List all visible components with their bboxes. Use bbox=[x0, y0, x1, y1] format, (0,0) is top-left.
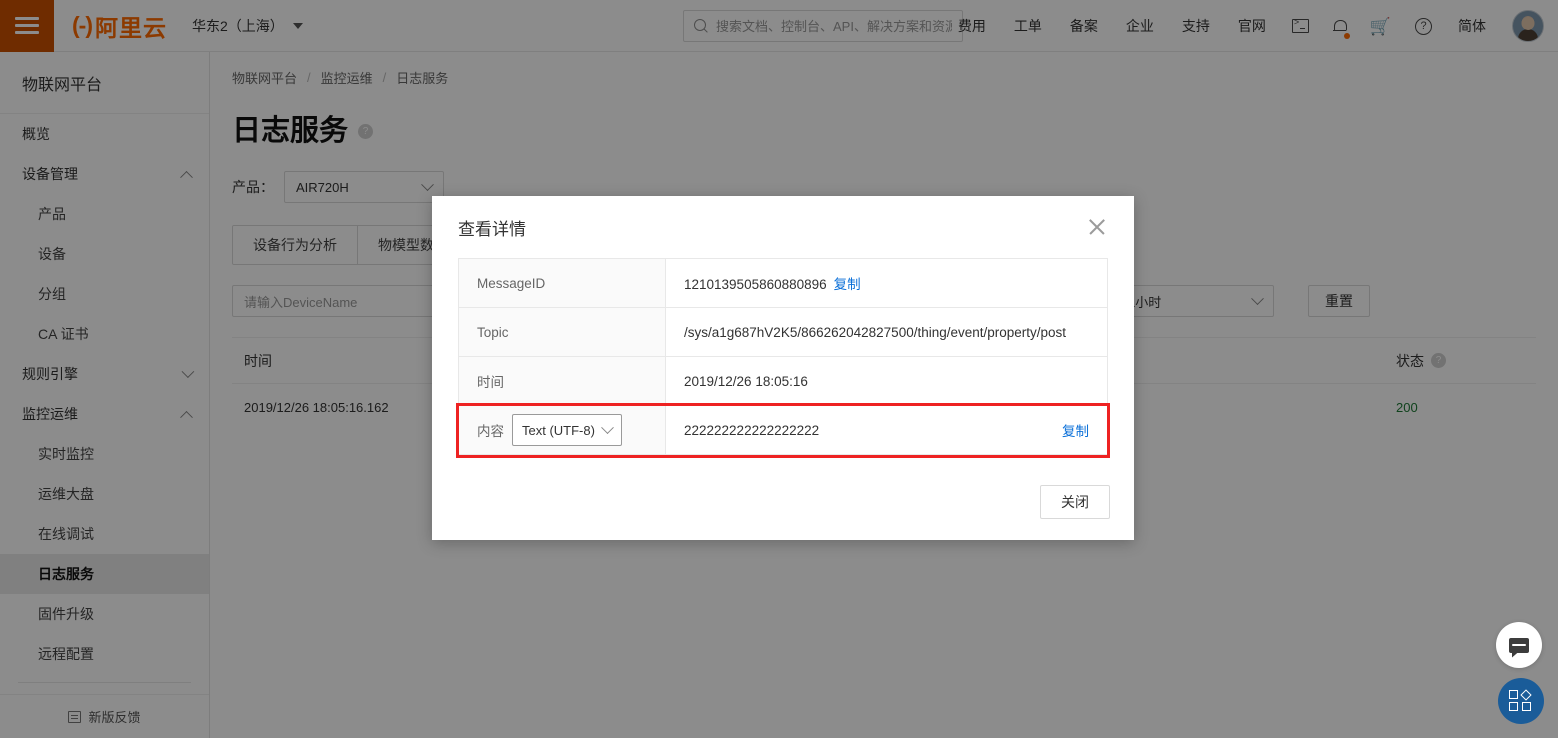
detail-row-content: 内容 Text (UTF-8) 222222222222222222 复制 bbox=[456, 403, 1110, 458]
detail-key: 内容 bbox=[477, 424, 504, 439]
detail-value: 1210139505860880896 bbox=[684, 277, 827, 292]
detail-key-wrap: 内容 Text (UTF-8) bbox=[459, 406, 666, 454]
detail-value-wrap: /sys/a1g687hV2K5/866262042827500/thing/e… bbox=[666, 308, 1107, 356]
detail-row-topic: Topic /sys/a1g687hV2K5/866262042827500/t… bbox=[459, 308, 1107, 357]
detail-value-wrap: 222222222222222222 复制 bbox=[666, 406, 1107, 454]
close-button[interactable]: 关闭 bbox=[1040, 485, 1110, 519]
chevron-down-icon bbox=[601, 420, 614, 434]
encoding-select-value: Text (UTF-8) bbox=[522, 422, 595, 438]
chat-float-button[interactable] bbox=[1496, 622, 1542, 668]
detail-key: Topic bbox=[459, 308, 666, 356]
view-details-dialog: 查看详情 MessageID 1210139505860880896 复制 To… bbox=[432, 196, 1134, 540]
detail-key: MessageID bbox=[459, 259, 666, 307]
copy-link[interactable]: 复制 bbox=[1062, 420, 1089, 440]
detail-value-wrap: 2019/12/26 18:05:16 bbox=[666, 357, 1107, 405]
close-icon[interactable] bbox=[1084, 214, 1110, 240]
encoding-select[interactable]: Text (UTF-8) bbox=[512, 414, 622, 446]
detail-value: /sys/a1g687hV2K5/866262042827500/thing/e… bbox=[684, 324, 1067, 340]
detail-value-wrap: 1210139505860880896 复制 bbox=[666, 259, 1107, 307]
chat-icon bbox=[1509, 637, 1529, 653]
dialog-title: 查看详情 bbox=[458, 219, 526, 239]
detail-row-message-id: MessageID 1210139505860880896 复制 bbox=[459, 259, 1107, 308]
apps-float-button[interactable] bbox=[1498, 678, 1544, 724]
detail-table: MessageID 1210139505860880896 复制 Topic /… bbox=[456, 258, 1110, 458]
detail-row-time: 时间 2019/12/26 18:05:16 bbox=[459, 357, 1107, 406]
apps-grid-icon bbox=[1509, 689, 1533, 712]
dialog-header: 查看详情 bbox=[432, 196, 1134, 258]
dialog-footer: 关闭 bbox=[1040, 464, 1110, 540]
detail-key: 时间 bbox=[459, 357, 666, 405]
detail-value: 2019/12/26 18:05:16 bbox=[684, 373, 808, 389]
detail-value: 222222222222222222 bbox=[684, 422, 820, 438]
copy-link[interactable]: 复制 bbox=[834, 273, 861, 293]
